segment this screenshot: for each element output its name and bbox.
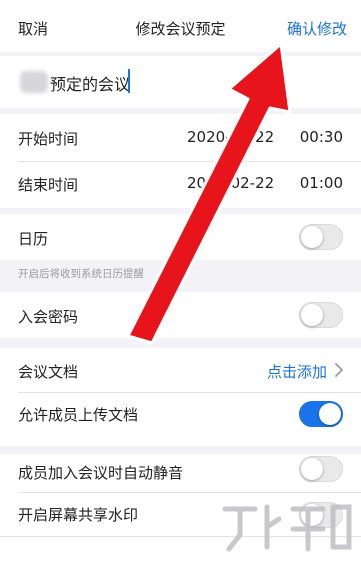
- auto-mute-label: 成员加入会议时自动静音: [18, 464, 184, 482]
- end-time-value[interactable]: 01:00: [300, 174, 343, 192]
- add-document-link[interactable]: 点击添加: [267, 361, 327, 382]
- allow-upload-row: 允许成员上传文档: [0, 392, 361, 436]
- password-row: 入会密码: [0, 292, 361, 338]
- calendar-hint: 开启后将收到系统日历提醒: [18, 268, 144, 280]
- toggle-knob: [301, 304, 323, 326]
- start-date-value[interactable]: 2020-02-22: [187, 128, 274, 146]
- navigation-bar: 取消 修改会议预定 确认修改: [0, 0, 361, 52]
- end-date-value[interactable]: 2020-02-22: [187, 174, 274, 192]
- meeting-documents-label: 会议文档: [18, 363, 79, 381]
- password-toggle[interactable]: [299, 302, 343, 328]
- start-time-label: 开始时间: [18, 130, 79, 148]
- watermark-logo: [222, 504, 352, 552]
- toggle-knob: [319, 403, 341, 425]
- auto-mute-row: 成员加入会议时自动静音: [0, 454, 361, 490]
- calendar-row: 日历: [0, 214, 361, 260]
- section-gap: [0, 446, 361, 454]
- chevron-right-icon: [335, 363, 343, 377]
- calendar-toggle[interactable]: [299, 224, 343, 250]
- allow-upload-label: 允许成员上传文档: [18, 406, 139, 424]
- start-time-row[interactable]: 开始时间 2020-02-22 00:30: [0, 114, 361, 161]
- toggle-knob: [301, 226, 323, 248]
- confirm-edit-button[interactable]: 确认修改: [287, 18, 347, 39]
- start-time-value[interactable]: 00:30: [300, 128, 343, 146]
- allow-upload-toggle[interactable]: [299, 401, 343, 427]
- toggle-knob: [301, 458, 323, 480]
- screen-watermark-label: 开启屏幕共享水印: [18, 506, 139, 524]
- meeting-topic-text: 预定的会议: [50, 75, 131, 94]
- redacted-name-blur: [20, 71, 48, 93]
- calendar-label: 日历: [18, 230, 49, 248]
- meeting-topic-field[interactable]: 预定的会议: [0, 56, 361, 108]
- password-label: 入会密码: [18, 308, 79, 326]
- end-time-row[interactable]: 结束时间 2020-02-22 01:00: [0, 161, 361, 208]
- divider: [18, 492, 361, 493]
- text-caret: [128, 69, 130, 93]
- auto-mute-toggle[interactable]: [299, 456, 343, 482]
- end-time-label: 结束时间: [18, 176, 79, 194]
